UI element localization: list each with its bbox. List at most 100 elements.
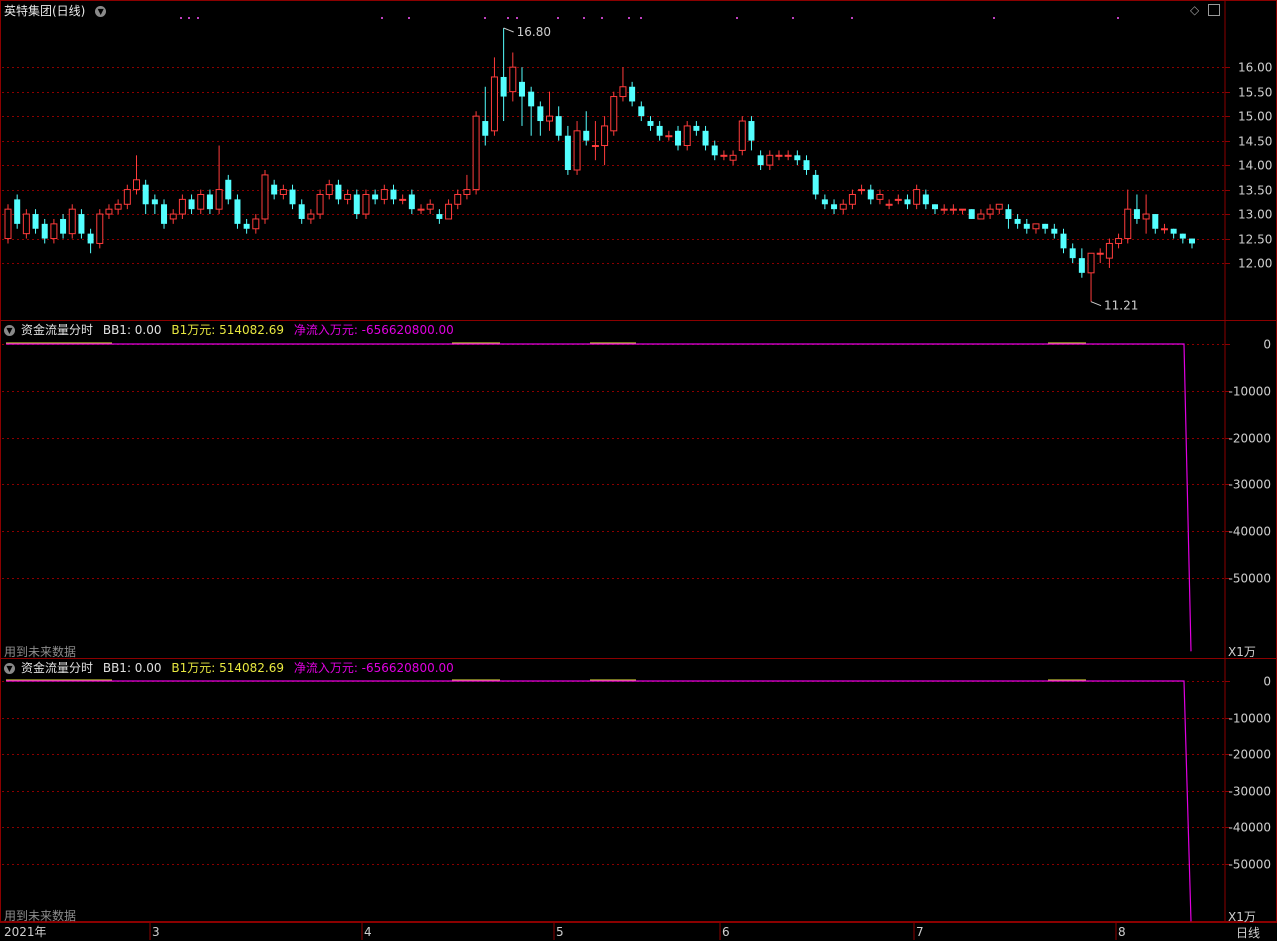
candle-body [995, 203, 1003, 210]
event-marker [188, 17, 190, 19]
candle-body [1189, 238, 1195, 244]
candle-body [1179, 233, 1186, 239]
candle-body [1060, 233, 1067, 249]
candle-body [454, 193, 462, 205]
y-tick-label: 13.50 [1238, 184, 1272, 198]
event-marker [640, 17, 642, 19]
candle-body [702, 130, 709, 146]
candle-body [693, 125, 700, 131]
candle-body [298, 204, 305, 219]
candle-body [197, 193, 205, 210]
candle-body [353, 194, 360, 215]
candle-body [904, 199, 911, 205]
candle-body [500, 76, 507, 97]
candle-body [325, 184, 333, 195]
candle-body [748, 121, 755, 141]
candle-body [720, 154, 728, 157]
candle-body [1160, 228, 1168, 231]
candle-body [518, 81, 525, 97]
candle-body [335, 184, 342, 200]
candle-body [528, 91, 535, 107]
event-marker [792, 17, 794, 19]
y-tick-label: 14.00 [1238, 159, 1272, 173]
candle-body [784, 154, 792, 157]
bb1-label: BB1: 0.00 [102, 661, 162, 675]
y-tick-label: -50000 [1228, 858, 1271, 872]
candle-body [986, 208, 994, 215]
candle-body [252, 218, 260, 230]
chevron-down-icon[interactable]: ▼ [95, 6, 107, 17]
event-marker [1117, 17, 1119, 19]
event-marker [557, 17, 559, 19]
candle-body [839, 203, 847, 210]
net-inflow-label: 净流入万元: -656620800.00 [293, 323, 454, 337]
candle-body [1051, 228, 1058, 234]
candle-body [463, 189, 471, 195]
chevron-down-icon[interactable]: ▼ [4, 325, 15, 336]
indicator-title: 资金流量分时 [21, 323, 94, 337]
diamond-icon[interactable]: ◇ [1190, 3, 1199, 17]
y-tick-label: -50000 [1228, 572, 1271, 586]
candle-body [1170, 228, 1177, 234]
net-inflow-label: 净流入万元: -656620800.00 [293, 661, 454, 675]
y-tick-label: -30000 [1228, 785, 1271, 799]
candle-body [1032, 223, 1040, 230]
candle-body [169, 213, 177, 220]
candle-body [206, 194, 213, 210]
unit-label: X1万 [1228, 645, 1256, 659]
chevron-down-icon[interactable]: ▼ [4, 663, 15, 674]
bb1-label: BB1: 0.00 [102, 323, 162, 337]
candle-body [316, 193, 324, 215]
candle-body [151, 199, 158, 205]
candle-body [445, 203, 453, 220]
event-marker [484, 17, 486, 19]
y-tick-label: -10000 [1228, 712, 1271, 726]
unit-label: X1万 [1228, 910, 1256, 924]
candle-body [289, 189, 296, 205]
y-tick-label: 12.00 [1238, 257, 1272, 271]
candle-body [1096, 252, 1104, 255]
event-marker [197, 17, 199, 19]
candle-body [683, 125, 691, 147]
high-marker [503, 27, 514, 33]
candle-body [537, 106, 544, 122]
date-label: 4 [364, 925, 372, 939]
candle-body [1152, 214, 1159, 229]
candle-body [188, 199, 195, 210]
candle-body [775, 154, 783, 157]
candle-body [867, 189, 874, 200]
chart-canvas[interactable]: 12.00 12.50 13.00 13.50 14.00 14.50 15.00 15.50… [0, 0, 1277, 940]
candle-body [619, 86, 627, 98]
b1-label: B1万元: 514082.69 [171, 661, 284, 675]
event-marker [180, 17, 182, 19]
candle-body [60, 218, 67, 234]
candle-body [1078, 258, 1085, 273]
y-tick-label: -30000 [1228, 478, 1271, 492]
candle-body [959, 208, 967, 211]
candle-body [426, 203, 434, 210]
candle-body [68, 208, 76, 235]
candle-body [601, 125, 609, 147]
event-marker [993, 17, 995, 19]
event-marker [628, 17, 630, 19]
indicator-header-2: ▼ 资金流量分时 BB1: 0.00 B1万元: 514082.69 净流入万元:… [4, 660, 460, 676]
candle-body [629, 86, 636, 102]
candle-body [78, 214, 85, 234]
candle-body [949, 208, 957, 211]
window-icon[interactable] [1208, 4, 1220, 16]
chart-frame [0, 0, 1277, 922]
candle-body [546, 115, 554, 122]
event-marker [516, 17, 518, 19]
y-tick-label: 0 [1263, 675, 1271, 689]
date-label: 3 [152, 925, 160, 939]
y-tick-label: -40000 [1228, 821, 1271, 835]
candle-body [161, 204, 168, 224]
candle-body [14, 199, 21, 224]
candle-body [977, 213, 985, 220]
indicator-title: 资金流量分时 [21, 661, 94, 675]
candle-body [675, 130, 682, 146]
candle-body [96, 213, 104, 244]
period-label[interactable]: 日线 [1236, 924, 1260, 941]
candle-body [41, 223, 48, 239]
candle-body [729, 154, 737, 161]
